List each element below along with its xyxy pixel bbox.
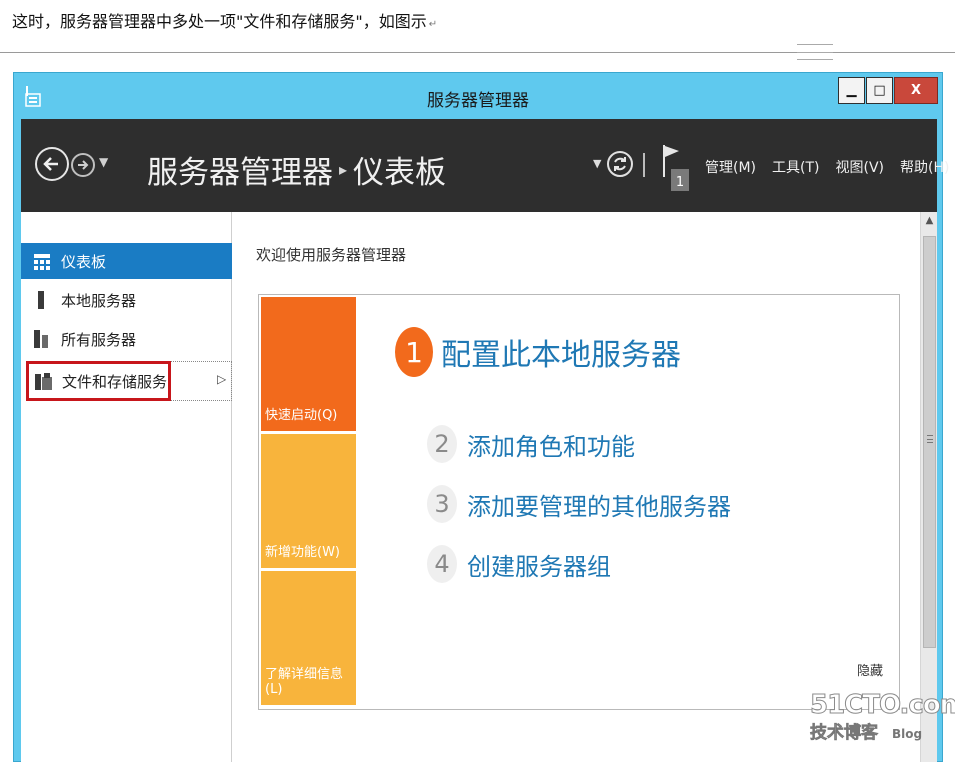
breadcrumb-separator-icon: ▸ — [339, 160, 348, 179]
step-create-server-group[interactable]: 4 创建服务器组 — [427, 545, 611, 583]
file-storage-icon — [34, 371, 56, 391]
sidebar: 仪表板 本地服务器 所有服务器 文件和存储服务 ▷ — [21, 212, 232, 762]
tile-learn-more[interactable]: 了解详细信息(L) — [261, 571, 356, 705]
arrow-left-icon — [43, 157, 58, 171]
breadcrumb-root[interactable]: 服务器管理器 — [147, 147, 333, 192]
sidebar-item-label: 仪表板 — [61, 252, 107, 271]
step-add-servers[interactable]: 3 添加要管理的其他服务器 — [427, 485, 731, 523]
step-number-badge: 3 — [427, 485, 457, 523]
all-servers-icon — [33, 329, 55, 349]
sidebar-item-dashboard[interactable]: 仪表板 — [21, 243, 232, 279]
watermark-brand: 51CTO.com — [810, 690, 955, 721]
sidebar-item-label: 文件和存储服务 — [62, 372, 168, 391]
tile-quick-start[interactable]: 快速启动(Q) — [261, 297, 356, 431]
paragraph-mark: ↵ — [428, 19, 438, 30]
tile-whats-new[interactable]: 新增功能(W) — [261, 434, 356, 568]
sidebar-item-local-server[interactable]: 本地服务器 — [21, 282, 232, 318]
expand-arrow-icon[interactable]: ▷ — [217, 372, 226, 386]
scroll-thumb[interactable] — [923, 236, 936, 648]
tile-label: 快速启动(Q) — [265, 408, 338, 423]
dashboard-icon — [33, 251, 55, 271]
step-link[interactable]: 创建服务器组 — [467, 547, 611, 582]
vertical-scrollbar[interactable]: ▲ — [920, 212, 937, 762]
main-content: 欢迎使用服务器管理器 快速启动(Q) 新增功能(W) 了解详细信息(L) 1 配… — [232, 212, 920, 762]
history-dropdown-icon[interactable]: ▼ — [99, 155, 108, 169]
refresh-dropdown-icon[interactable]: ▼ — [593, 157, 601, 170]
header-menu: 管理(M) 工具(T) 视图(V) 帮助(H) — [705, 157, 949, 177]
header-divider — [643, 153, 645, 177]
server-manager-window: 服务器管理器 ▁ □ X ▼ 服务器管理器 ▸ 仪表板 ▼ 1 管理(M) 工具… — [13, 72, 949, 762]
maximize-button[interactable]: □ — [866, 77, 893, 104]
step-link[interactable]: 添加角色和功能 — [467, 427, 635, 462]
document-rule-marker — [797, 44, 833, 60]
local-server-icon — [33, 290, 55, 310]
sidebar-item-all-servers[interactable]: 所有服务器 — [21, 321, 232, 357]
tile-label: 新增功能(W) — [265, 545, 340, 560]
tile-label: 了解详细信息(L) — [265, 667, 344, 697]
refresh-icon — [614, 157, 626, 171]
sidebar-item-file-storage[interactable]: 文件和存储服务 — [26, 361, 171, 401]
window-title: 服务器管理器 — [427, 91, 529, 111]
menu-help[interactable]: 帮助(H) — [900, 157, 949, 177]
scroll-grip-icon — [927, 435, 933, 443]
welcome-panel: 快速启动(Q) 新增功能(W) 了解详细信息(L) 1 配置此本地服务器 2 添… — [258, 294, 900, 710]
step-link[interactable]: 配置此本地服务器 — [441, 330, 681, 374]
sidebar-item-label: 所有服务器 — [61, 330, 137, 349]
forward-button[interactable] — [71, 153, 95, 177]
step-number-badge: 1 — [395, 327, 433, 377]
window-controls: ▁ □ X — [837, 77, 938, 104]
watermark: 51CTO.com 技术博客 Blog — [810, 690, 955, 750]
breadcrumb-current: 仪表板 — [353, 155, 447, 191]
watermark-blog: Blog — [892, 727, 923, 741]
minimize-button[interactable]: ▁ — [838, 77, 865, 104]
watermark-sub-text: 技术博客 — [810, 723, 879, 744]
step-link[interactable]: 添加要管理的其他服务器 — [467, 487, 731, 522]
close-button[interactable]: X — [894, 77, 938, 104]
refresh-button[interactable] — [607, 151, 633, 177]
notification-count: 1 — [676, 175, 684, 190]
breadcrumb: 服务器管理器 ▸ 仪表板 — [147, 147, 446, 192]
menu-view[interactable]: 视图(V) — [836, 157, 885, 177]
notifications-button[interactable]: 1 — [661, 143, 691, 193]
app-header: ▼ 服务器管理器 ▸ 仪表板 ▼ 1 管理(M) 工具(T) 视图(V) 帮助(… — [21, 119, 949, 212]
flag-icon: 1 — [663, 145, 689, 191]
document-caption: 这时，服务器管理器中多处一项"文件和存储服务"，如图示 ↵ — [12, 12, 438, 31]
welcome-heading: 欢迎使用服务器管理器 — [256, 246, 407, 264]
hide-link[interactable]: 隐藏 — [857, 660, 883, 679]
menu-manage[interactable]: 管理(M) — [705, 157, 756, 177]
step-add-roles[interactable]: 2 添加角色和功能 — [427, 425, 635, 463]
step-number-badge: 4 — [427, 545, 457, 583]
menu-tools[interactable]: 工具(T) — [772, 157, 819, 177]
back-button[interactable] — [35, 147, 69, 181]
step-configure-local-server[interactable]: 1 配置此本地服务器 — [395, 327, 681, 377]
scroll-up-icon[interactable]: ▲ — [921, 215, 938, 226]
sidebar-item-label: 本地服务器 — [61, 291, 137, 310]
window-titlebar[interactable]: 服务器管理器 ▁ □ X — [14, 73, 942, 119]
watermark-sub: 技术博客 Blog — [810, 718, 940, 744]
step-number-badge: 2 — [427, 425, 457, 463]
arrow-right-icon — [78, 160, 89, 170]
